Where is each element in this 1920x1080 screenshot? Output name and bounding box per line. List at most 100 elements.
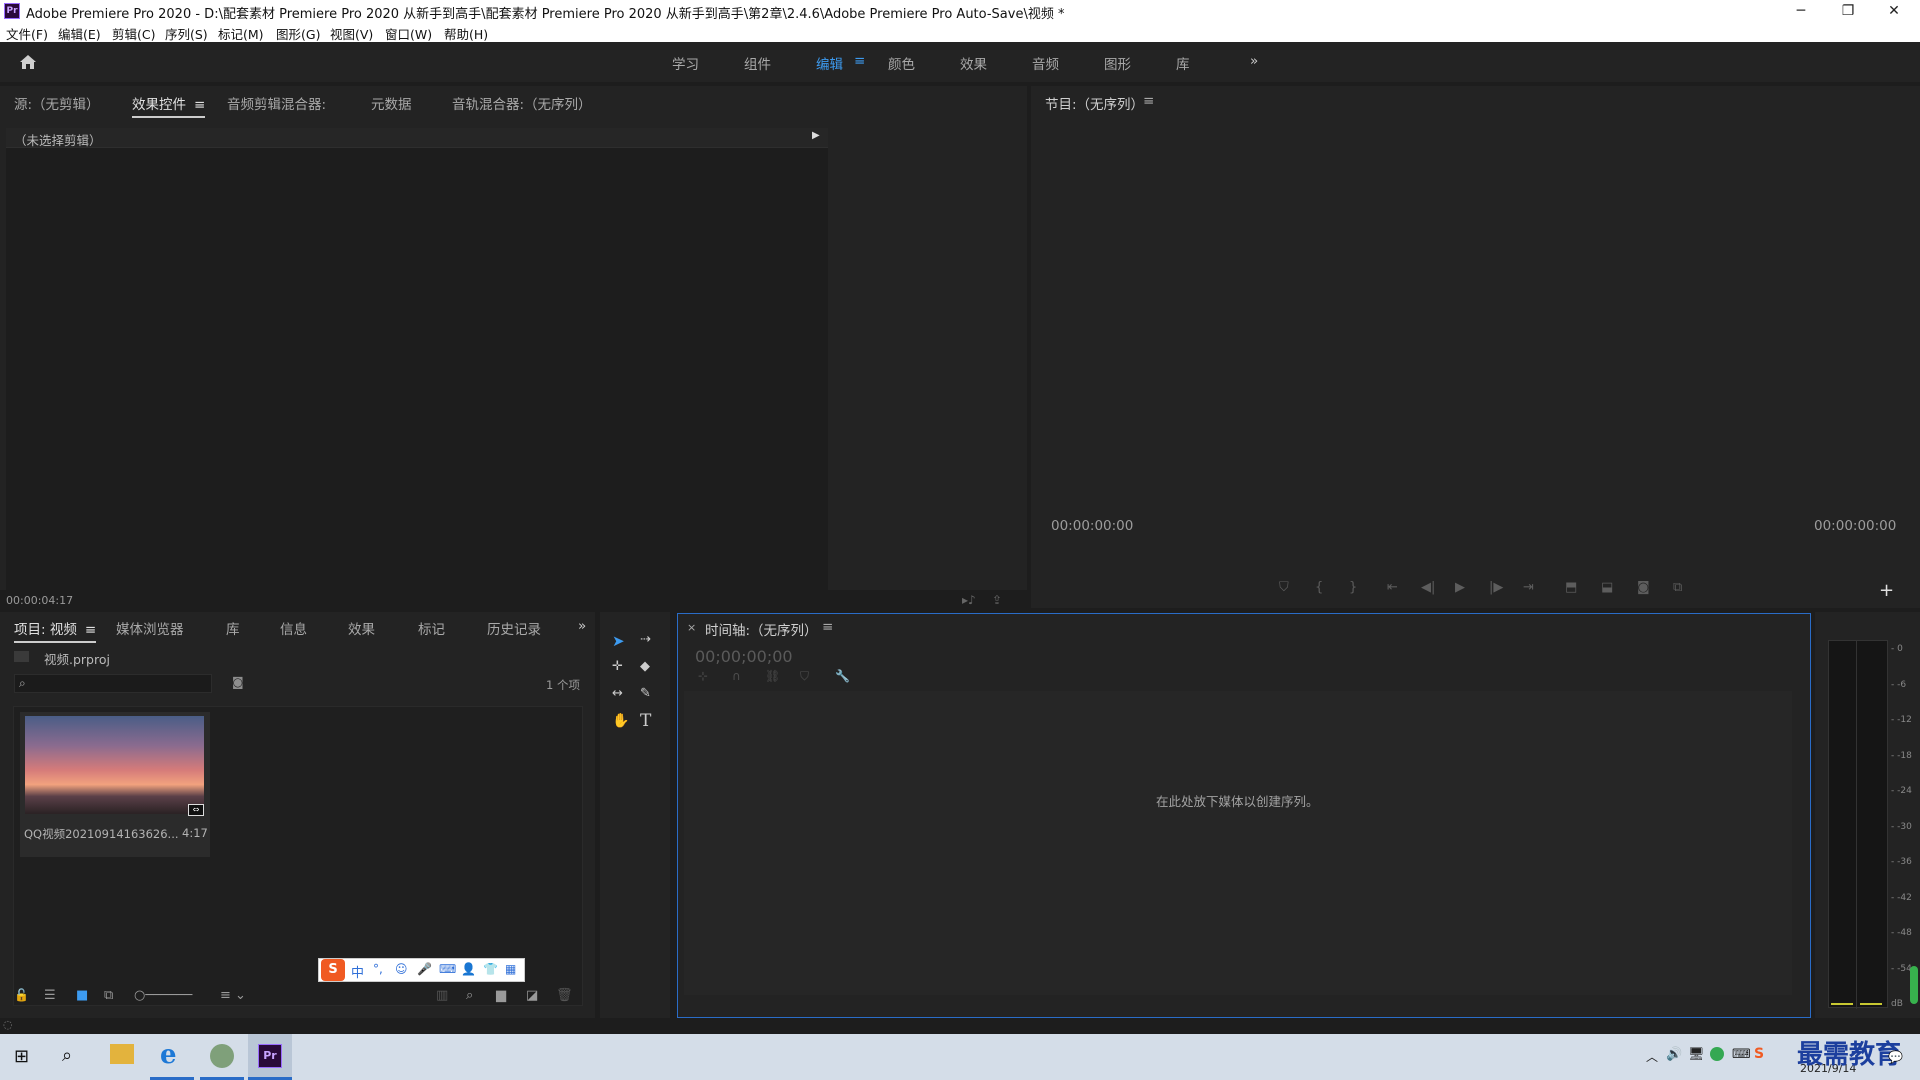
clip-thumbnail-card[interactable]: ⇔ QQ视频20210914163626... 4:17 [20, 712, 210, 857]
find-icon[interactable]: ⌕ [466, 988, 473, 1003]
add-marker-icon[interactable]: ⛉ [1279, 580, 1289, 595]
go-to-out-icon[interactable]: ⇥ [1523, 580, 1534, 595]
linked-selection-icon[interactable]: ⛓ [765, 669, 780, 683]
tab-effect-controls[interactable]: 效果控件 ≡ [132, 93, 206, 118]
menu-sequence[interactable]: 序列(S) [165, 24, 208, 43]
workspace-color[interactable]: 颜色 [888, 53, 915, 73]
track-select-tool-icon[interactable]: ⇢ [640, 632, 651, 647]
ripple-edit-tool-icon[interactable]: ✛ [612, 659, 623, 674]
meter-scrollbar[interactable] [1910, 966, 1918, 1004]
menu-marker[interactable]: 标记(M) [218, 24, 264, 43]
camera-icon[interactable]: ◙ [1637, 580, 1650, 595]
workspace-assembly[interactable]: 组件 [744, 53, 771, 73]
home-icon[interactable] [19, 54, 37, 70]
lock-icon[interactable]: 🔓 [14, 988, 29, 1002]
step-forward-icon[interactable]: |▶ [1489, 580, 1503, 595]
snap-icon[interactable]: ∩ [732, 669, 741, 683]
delete-icon[interactable]: 🗑 [556, 988, 573, 1003]
project-menu-icon[interactable]: ≡ [85, 622, 96, 638]
mark-in-icon[interactable]: { [1315, 580, 1323, 595]
taskbar-search-icon[interactable]: ⌕ [62, 1045, 72, 1066]
export-frame-icon[interactable]: ⇪ [992, 593, 1002, 607]
play-icon[interactable]: ▶ [1455, 580, 1465, 595]
user-icon[interactable]: 👤 [461, 962, 476, 976]
tab-project[interactable]: 项目: 视频 ≡ [14, 618, 97, 643]
workspace-learn[interactable]: 学习 [672, 53, 699, 73]
tab-metadata[interactable]: 元数据 [371, 93, 412, 113]
workspace-libraries[interactable]: 库 [1176, 53, 1190, 73]
lift-icon[interactable]: ⬒ [1565, 580, 1577, 595]
voice-icon[interactable]: 🎤 [417, 962, 432, 976]
timeline-track-area[interactable]: 在此处放下媒体以创建序列。 [684, 691, 1792, 995]
menu-help[interactable]: 帮助(H) [444, 24, 488, 43]
selection-tool-icon[interactable]: ➤ [612, 632, 625, 650]
network-icon[interactable]: 🖥 [1688, 1047, 1705, 1062]
close-tab-icon[interactable]: × [687, 621, 696, 634]
tab-source[interactable]: 源:（无剪辑） [14, 93, 100, 113]
hand-tool-icon[interactable]: ✋ [612, 713, 629, 729]
tab-program[interactable]: 节目:（无序列） [1045, 93, 1144, 113]
sogou-tray-icon[interactable]: S [1754, 1046, 1764, 1062]
premiere-app[interactable]: Pr [248, 1034, 292, 1080]
list-view-icon[interactable]: ☰ [44, 988, 56, 1003]
more-tabs-icon[interactable]: » [578, 618, 586, 634]
new-bin-icon[interactable]: ▆ [496, 988, 506, 1003]
menu-graphics[interactable]: 图形(G) [276, 24, 320, 43]
menu-clip[interactable]: 剪辑(C) [112, 24, 155, 43]
edge-app[interactable]: e [150, 1034, 194, 1080]
panel-menu-icon[interactable]: ≡ [194, 97, 205, 113]
wrench-icon[interactable]: 🔧 [835, 669, 850, 683]
compare-icon[interactable]: ⧉ [1673, 580, 1682, 595]
pen-tool-icon[interactable]: ✎ [640, 686, 651, 701]
windows-start-icon[interactable]: ⊞ [14, 1046, 29, 1067]
volume-icon[interactable]: 🔊 [1666, 1047, 1682, 1062]
freeform-view-icon[interactable]: ⧉ [104, 988, 113, 1003]
step-back-icon[interactable]: ◀| [1421, 580, 1435, 595]
razor-tool-icon[interactable]: ◆ [640, 659, 650, 674]
sort-icon[interactable]: ≡ ⌄ [220, 988, 246, 1003]
toolbox-icon[interactable]: ▦ [505, 962, 516, 976]
close-button[interactable]: ✕ [1871, 0, 1917, 22]
menu-window[interactable]: 窗口(W) [385, 24, 432, 43]
zoom-slider[interactable]: ○────── [134, 988, 192, 1003]
browser-app[interactable] [200, 1034, 244, 1080]
expand-arrow-icon[interactable]: ▶ [812, 130, 820, 141]
emoji-icon[interactable]: ☺ [395, 962, 408, 976]
minimize-button[interactable]: ─ [1778, 0, 1824, 22]
tab-timeline[interactable]: 时间轴:（无序列） [705, 619, 818, 639]
menu-file[interactable]: 文件(F) [6, 24, 48, 43]
slip-tool-icon[interactable]: ↔ [612, 686, 623, 701]
ime-mode[interactable]: 中 [351, 962, 364, 981]
tab-history[interactable]: 历史记录 [487, 618, 541, 638]
ime-tray-icon[interactable]: ⌨ [1732, 1047, 1751, 1062]
more-workspaces-icon[interactable]: » [1250, 53, 1258, 69]
program-menu-icon[interactable]: ≡ [1143, 93, 1154, 109]
tray-app-icon[interactable] [1710, 1047, 1724, 1061]
workspace-graphics[interactable]: 图形 [1104, 53, 1131, 73]
workspace-editing[interactable]: 编辑 [816, 53, 843, 73]
nest-icon[interactable]: ⊹ [698, 669, 708, 683]
tab-markers[interactable]: 标记 [418, 618, 445, 638]
tab-media-browser[interactable]: 媒体浏览器 [116, 618, 184, 638]
add-marker-icon[interactable]: ⛉ [800, 669, 809, 684]
add-button-icon[interactable]: + [1879, 580, 1894, 601]
timeline-menu-icon[interactable]: ≡ [822, 619, 833, 635]
tab-libraries[interactable]: 库 [226, 618, 240, 638]
sogou-logo-icon[interactable]: S [321, 959, 345, 981]
keyboard-icon[interactable]: ⌨ [439, 962, 456, 976]
notification-icon[interactable]: 💬 [1888, 1050, 1903, 1064]
tab-audio-clip-mixer[interactable]: 音频剪辑混合器: [227, 93, 326, 113]
file-explorer-icon[interactable] [110, 1044, 134, 1064]
extract-icon[interactable]: ⬓ [1601, 580, 1613, 595]
insert-icon[interactable]: ▸♪ [962, 593, 976, 607]
tab-audio-track-mixer[interactable]: 音轨混合器:（无序列） [452, 93, 592, 113]
icon-view-icon[interactable]: ■ [76, 988, 88, 1003]
menu-view[interactable]: 视图(V) [330, 24, 373, 43]
tab-info[interactable]: 信息 [280, 618, 307, 638]
type-tool-icon[interactable]: T [640, 711, 651, 731]
automate-sequence-icon[interactable]: ▥ [436, 988, 448, 1003]
new-search-bin-icon[interactable]: ◙ [232, 675, 244, 689]
project-search-input[interactable]: ⌕ [14, 674, 212, 693]
workspace-audio[interactable]: 音频 [1032, 53, 1059, 73]
menu-edit[interactable]: 编辑(E) [58, 24, 101, 43]
